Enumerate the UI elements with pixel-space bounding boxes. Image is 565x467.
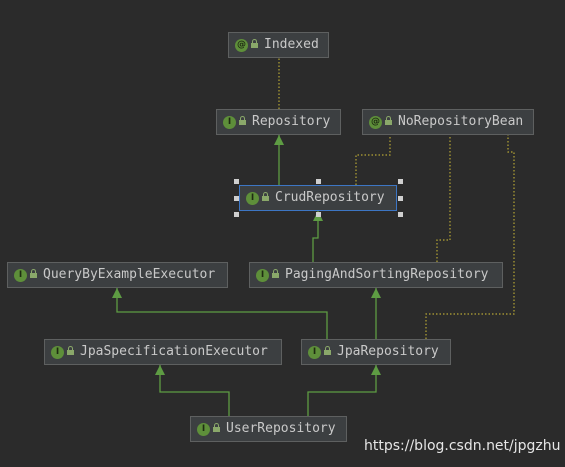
interface-icon: I xyxy=(223,115,236,129)
interface-icon: I xyxy=(14,268,27,282)
interface-icon: I xyxy=(308,345,321,359)
extends-edge xyxy=(159,365,230,416)
extends-edge xyxy=(307,365,377,416)
selection-handle[interactable] xyxy=(316,179,321,184)
selection-handle[interactable] xyxy=(316,212,321,217)
selection-handle[interactable] xyxy=(398,212,403,217)
selection-handle[interactable] xyxy=(398,196,403,201)
annotation-edge xyxy=(425,135,515,339)
node-label: UserRepository xyxy=(226,421,336,436)
extends-arrowhead xyxy=(371,365,381,375)
lock-icon xyxy=(385,115,392,126)
node-label: Repository xyxy=(252,114,331,129)
extends-arrowhead xyxy=(274,135,284,145)
node-jpa-repository[interactable]: I JpaRepository xyxy=(301,339,451,365)
node-user-repository[interactable]: I UserRepository xyxy=(190,416,347,442)
lock-icon xyxy=(251,38,258,49)
lock-icon xyxy=(272,268,279,279)
node-label: PagingAndSortingRepository xyxy=(285,267,489,282)
node-label: JpaSpecificationExecutor xyxy=(80,344,268,359)
node-repository[interactable]: I Repository xyxy=(216,109,341,135)
lock-icon xyxy=(213,422,220,433)
node-label: CrudRepository xyxy=(275,190,385,205)
interface-icon: I xyxy=(51,345,64,359)
lock-icon xyxy=(30,268,37,279)
node-label: Indexed xyxy=(264,37,319,52)
extends-arrowhead xyxy=(155,365,165,375)
lock-icon xyxy=(324,345,331,356)
node-label: NoRepositoryBean xyxy=(398,114,524,129)
annotation-icon: @ xyxy=(369,115,382,129)
selection-handle[interactable] xyxy=(234,179,239,184)
node-crud-repository[interactable]: I CrudRepository xyxy=(239,185,397,211)
extends-edge xyxy=(116,288,328,339)
selection-handle[interactable] xyxy=(234,196,239,201)
node-no-repository-bean[interactable]: @ NoRepositoryBean xyxy=(362,109,534,135)
node-label: QueryByExampleExecutor xyxy=(43,267,216,282)
node-query-by-example-executor[interactable]: I QueryByExampleExecutor xyxy=(7,262,228,288)
node-jpa-specification-executor[interactable]: I JpaSpecificationExecutor xyxy=(44,339,282,365)
extends-arrowhead xyxy=(112,288,122,298)
lock-icon xyxy=(239,115,246,126)
selection-handle[interactable] xyxy=(234,212,239,217)
uml-diagram-canvas: @ Indexed I Repository @ NoRepositoryBea… xyxy=(0,0,565,467)
interface-icon: I xyxy=(256,268,269,282)
node-label: JpaRepository xyxy=(337,344,439,359)
extends-arrowhead xyxy=(371,288,381,298)
lock-icon xyxy=(67,345,74,356)
interface-icon: I xyxy=(197,422,210,436)
node-paging-and-sorting-repository[interactable]: I PagingAndSortingRepository xyxy=(249,262,503,288)
annotation-icon: @ xyxy=(235,38,248,52)
selection-handle[interactable] xyxy=(398,179,403,184)
edges-layer xyxy=(112,58,515,416)
annotation-edge xyxy=(355,135,391,185)
node-indexed[interactable]: @ Indexed xyxy=(228,32,329,58)
lock-icon xyxy=(262,191,269,202)
interface-icon: I xyxy=(246,191,259,205)
annotation-edge xyxy=(436,135,451,262)
watermark-url: https://blog.csdn.net/jpgzhu xyxy=(364,438,561,454)
